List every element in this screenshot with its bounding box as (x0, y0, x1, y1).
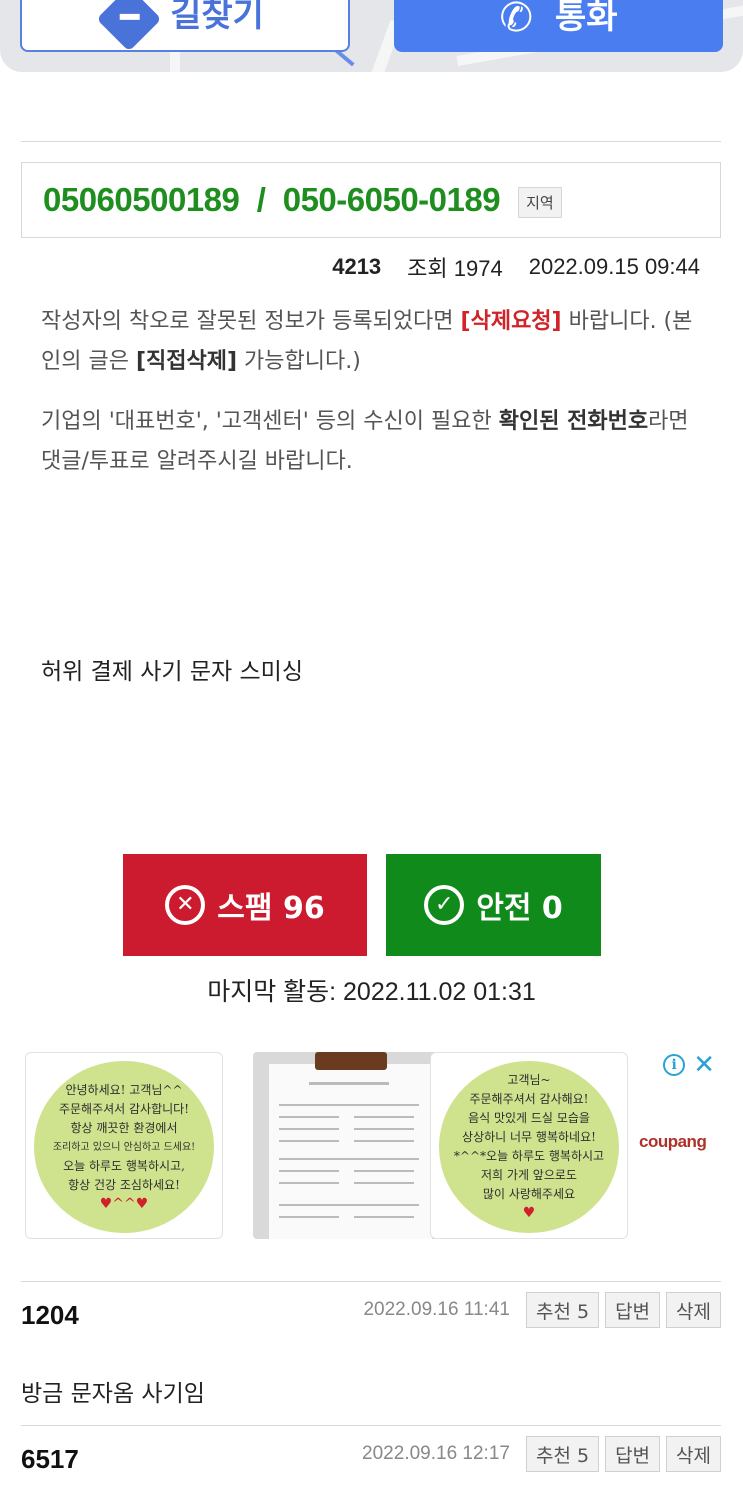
post-content: 허위 결제 사기 문자 스미싱 (41, 659, 304, 685)
ad-sticker-1: 안녕하세요! 고객님^^ 주문해주셔서 감사합니다! 항상 깨끗한 환경에서 조… (34, 1061, 214, 1233)
info-icon[interactable]: i (663, 1054, 686, 1076)
heart-icon: ♥ (522, 1205, 536, 1221)
sticker-line: 저희 가게 앞으로도 (481, 1168, 577, 1182)
x-circle-icon: ✕ (165, 885, 206, 925)
brand-name: coupang (639, 1132, 707, 1151)
check-circle-icon: ✓ (424, 885, 465, 925)
phone-number-box: 05060500189 / 050-6050-0189 지역 (21, 162, 721, 238)
sticker-line: 주문해주셔서 감사합니다! (58, 1101, 190, 1116)
recommend-button[interactable]: 추천 5 (525, 1436, 600, 1472)
ad-product-1[interactable]: 안녕하세요! 고객님^^ 주문해주셔서 감사합니다! 항상 깨끗한 환경에서 조… (25, 1052, 223, 1239)
reply-button[interactable]: 답변 (605, 1292, 661, 1328)
directions-icon (96, 0, 162, 52)
sticker-line: 오늘 하루도 행복하시고, (63, 1158, 185, 1173)
safe-vote-label: 안전 0 (476, 891, 563, 926)
directions-button[interactable]: 길찾기 (20, 0, 350, 52)
directions-label: 길찾기 (170, 0, 264, 35)
call-button[interactable]: ✆ 통화 (394, 0, 723, 52)
sticker-line: 안녕하세요! 고객님^^ (65, 1082, 183, 1097)
sticker-line: 항상 건강 조심하세요! (68, 1177, 180, 1192)
sticker-line: 조리하고 있으니 안심하고 드세요! (52, 1141, 196, 1153)
phone-number: 05060500189 / 050-6050-0189 (43, 181, 501, 218)
sticker-line: 고객님~ (507, 1073, 551, 1087)
clipboard-clip (315, 1052, 387, 1070)
confirmed-number-text: 확인된 전화번호 (498, 409, 649, 434)
comment-date: 2022.09.16 11:41 (363, 1299, 510, 1320)
comment-item: 1204 2022.09.16 11:41 추천 5 답변 삭제 방금 문자옴 … (21, 1292, 721, 1408)
sticker-line: 음식 맛있게 드실 모습을 (468, 1111, 590, 1125)
notice-text: 기업의 '대표번호', '고객센터' 등의 수신이 필요한 (41, 409, 499, 434)
ad-product-3[interactable]: 고객님~ 주문해주셔서 감사해요! 음식 맛있게 드실 모습을 상상하니 너무 … (430, 1052, 628, 1239)
recommend-button[interactable]: 추천 5 (525, 1292, 600, 1328)
close-icon[interactable]: ✕ (693, 1052, 715, 1078)
divider (21, 141, 721, 142)
menu-paper-image (269, 1064, 432, 1239)
notice-text: 작성자의 착오로 잘못된 정보가 등록되었다면 (41, 309, 461, 334)
post-meta: 4213 조회 1974 2022.09.15 09:44 (332, 251, 700, 283)
comment-item: 6517 2022.09.16 12:17 추천 5 답변 삭제 (21, 1436, 721, 1476)
reply-button[interactable]: 답변 (605, 1436, 661, 1472)
notice-text: 가능합니다.) (237, 349, 361, 374)
sticker-line: 항상 깨끗한 환경에서 (70, 1120, 178, 1135)
ad-controls: i ✕ (663, 1052, 715, 1078)
call-label: 통화 (554, 0, 618, 37)
spam-vote-button[interactable]: ✕ 스팸 96 (123, 854, 367, 956)
comment-author: 1204 (21, 1300, 79, 1330)
spam-vote-label: 스팸 96 (217, 891, 325, 926)
comment-author: 6517 (21, 1444, 79, 1474)
delete-button[interactable]: 삭제 (666, 1436, 721, 1472)
sticker-line: 많이 사랑해주세요 (482, 1187, 576, 1201)
direct-delete-link[interactable]: [직접삭제] (136, 349, 237, 374)
ad-banner[interactable]: 안녕하세요! 고객님^^ 주문해주셔서 감사합니다! 항상 깨끗한 환경에서 조… (25, 1052, 725, 1240)
heart-icon: ♥^^♥ (99, 1195, 149, 1212)
post-author: 4213 (332, 254, 382, 279)
ad-sticker-2: 고객님~ 주문해주셔서 감사해요! 음식 맛있게 드실 모습을 상상하니 너무 … (439, 1061, 619, 1233)
post-datetime: 2022.09.15 09:44 (528, 254, 700, 279)
delete-button[interactable]: 삭제 (666, 1292, 721, 1328)
safe-vote-button[interactable]: ✓ 안전 0 (386, 854, 601, 956)
delete-request-link[interactable]: [삭제요청] (461, 309, 562, 334)
divider (21, 1281, 721, 1282)
region-badge[interactable]: 지역 (518, 186, 562, 218)
notice-paragraph-2: 기업의 '대표번호', '고객센터' 등의 수신이 필요한 확인된 전화번호라면… (41, 402, 706, 482)
coupang-logo[interactable]: coupang (639, 1132, 707, 1152)
view-count: 조회 1974 (407, 256, 503, 281)
notice-paragraph-1: 작성자의 착오로 잘못된 정보가 등록되었다면 [삭제요청] 바랍니다. (본인… (41, 302, 706, 382)
comment-date: 2022.09.16 12:17 (362, 1443, 510, 1464)
last-activity: 마지막 활동: 2022.11.02 01:31 (207, 978, 536, 1006)
sticker-line: *^^*오늘 하루도 행복하시고 (453, 1149, 605, 1163)
sticker-line: 상상하니 너무 행복하네요! (462, 1130, 596, 1144)
phone-icon: ✆ (499, 0, 533, 41)
comment-body: 방금 문자옴 사기임 (21, 1381, 205, 1407)
ad-product-2[interactable] (253, 1052, 450, 1239)
divider (21, 1425, 721, 1426)
sticker-line: 주문해주셔서 감사해요! (469, 1092, 589, 1106)
